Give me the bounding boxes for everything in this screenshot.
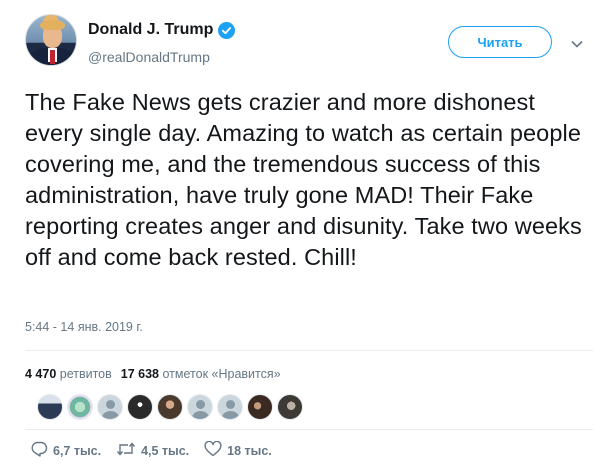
default-avatar-icon[interactable]	[217, 394, 243, 420]
heart-icon	[204, 440, 222, 460]
profile-avatar[interactable]	[25, 14, 77, 66]
divider	[25, 429, 593, 430]
retweets-count: 4 470	[25, 367, 57, 381]
likes-stat[interactable]: 17 638 отметок «Нравится»	[121, 367, 281, 381]
like-button[interactable]: 18 тыс.	[204, 440, 272, 460]
liker-avatar[interactable]	[67, 394, 93, 420]
retweet-count: 4,5 тыс.	[141, 443, 190, 458]
tweet-text: The Fake News gets crazier and more dish…	[25, 89, 582, 270]
user-handle[interactable]: @realDonaldTrump	[88, 49, 210, 65]
user-name[interactable]: Donald J. Trump	[88, 21, 213, 39]
default-avatar-icon[interactable]	[187, 394, 213, 420]
like-count: 18 тыс.	[227, 443, 272, 458]
default-avatar-icon[interactable]	[97, 394, 123, 420]
tweet-header: Donald J. Trump @realDonaldTrump Читать	[25, 14, 588, 70]
likes-label: отметок «Нравится»	[162, 367, 281, 381]
liker-avatar[interactable]	[127, 394, 153, 420]
retweet-button[interactable]: 4,5 тыс.	[116, 441, 189, 460]
chevron-down-icon[interactable]	[569, 36, 585, 52]
liker-avatars	[37, 394, 303, 420]
reply-icon	[30, 441, 48, 460]
reply-button[interactable]: 6,7 тыс.	[30, 441, 101, 460]
tweet-actions: 6,7 тыс. 4,5 тыс. 18 тыс.	[30, 440, 272, 460]
reply-count: 6,7 тыс.	[53, 443, 102, 458]
tweet-stats: 4 470 ретвитов 17 638 отметок «Нравится»	[25, 367, 281, 381]
retweets-label: ретвитов	[59, 367, 112, 381]
retweets-stat[interactable]: 4 470 ретвитов	[25, 367, 112, 381]
divider	[25, 350, 593, 351]
user-name-row: Donald J. Trump	[88, 21, 236, 39]
liker-avatar[interactable]	[247, 394, 273, 420]
tweet-timestamp[interactable]: 5:44 - 14 янв. 2019 г.	[25, 320, 143, 334]
verified-badge-icon	[218, 21, 236, 39]
liker-avatar[interactable]	[277, 394, 303, 420]
liker-avatar[interactable]	[157, 394, 183, 420]
retweet-icon	[116, 441, 136, 460]
follow-button[interactable]: Читать	[448, 26, 552, 58]
likes-count: 17 638	[120, 367, 160, 381]
liker-avatar[interactable]	[37, 394, 63, 420]
